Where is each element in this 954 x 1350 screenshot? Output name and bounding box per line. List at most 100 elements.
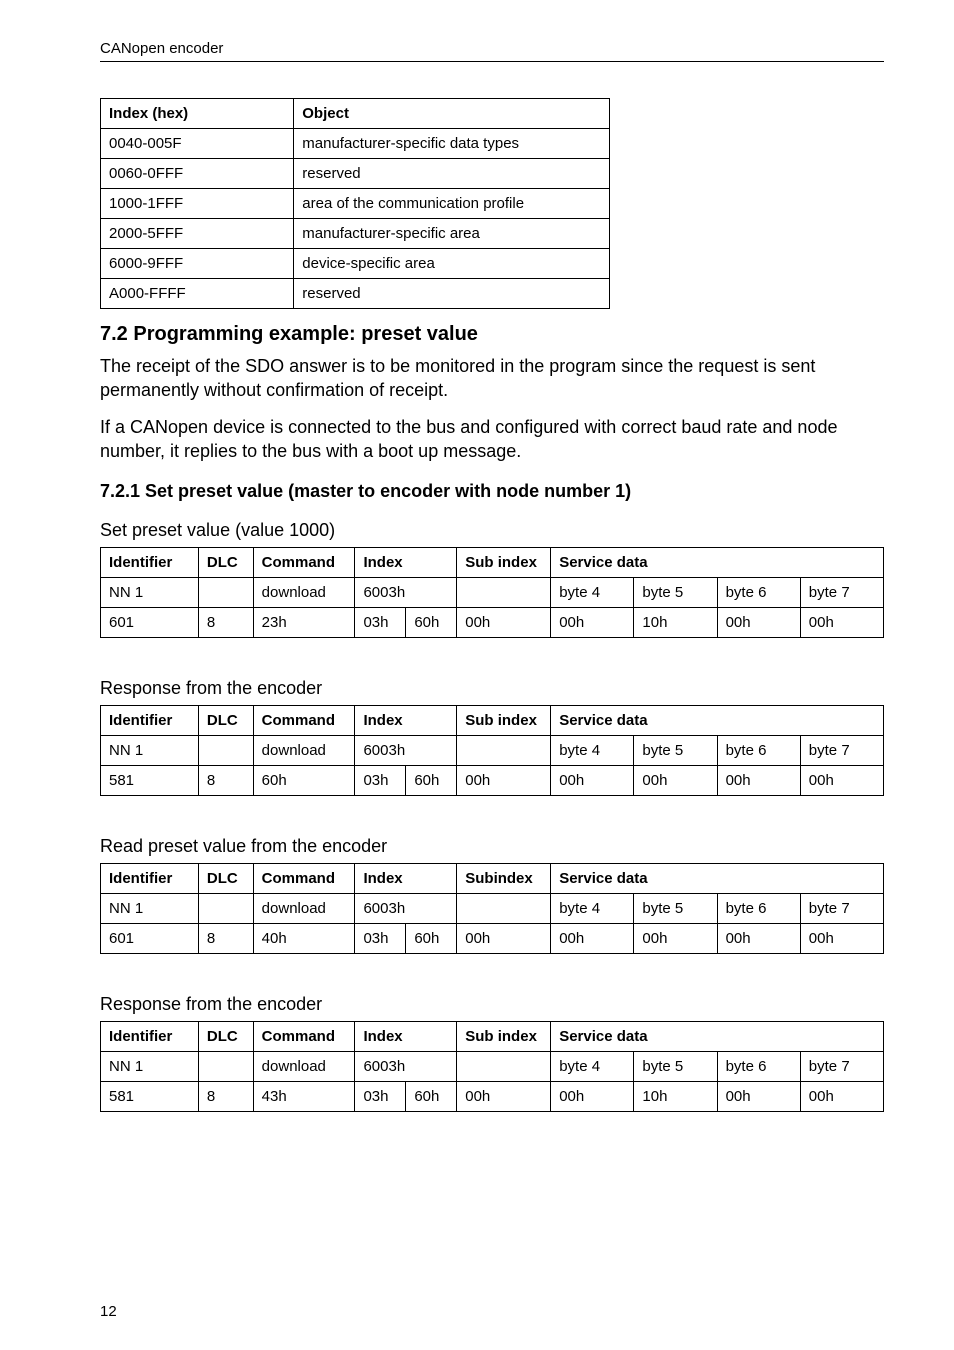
preset-value-table-1: Identifier DLC Command Index Sub index S… (100, 547, 884, 638)
table-row: 2000-5FFFmanufacturer-specific area (101, 219, 610, 249)
cell: download (253, 578, 355, 608)
col-servicedata: Service data (551, 706, 884, 736)
table-row: 0060-0FFFreserved (101, 159, 610, 189)
cell (457, 736, 551, 766)
response-table-2: Identifier DLC Command Index Sub index S… (100, 1021, 884, 1112)
table-header-row: Identifier DLC Command Index Sub index S… (101, 1022, 884, 1052)
table-row: NN 1 download 6003h byte 4 byte 5 byte 6… (101, 578, 884, 608)
cell: download (253, 894, 355, 924)
table-row: 1000-1FFFarea of the communication profi… (101, 189, 610, 219)
cell: 00h (634, 924, 717, 954)
cell: NN 1 (101, 894, 199, 924)
cell: 8 (198, 766, 253, 796)
cell: 03h (355, 766, 406, 796)
cell: 60h (406, 924, 457, 954)
cell-index: 1000-1FFF (101, 189, 294, 219)
cell: 03h (355, 1082, 406, 1112)
page-number: 12 (100, 1303, 117, 1320)
cell: download (253, 1052, 355, 1082)
table-caption-response-1: Response from the encoder (100, 678, 884, 699)
cell: 00h (717, 1082, 800, 1112)
col-identifier: Identifier (101, 706, 199, 736)
col-index: Index (355, 548, 457, 578)
cell: 00h (717, 924, 800, 954)
cell: 10h (634, 1082, 717, 1112)
cell-object: manufacturer-specific data types (294, 129, 609, 159)
cell: byte 5 (634, 736, 717, 766)
cell: 00h (800, 924, 883, 954)
cell (198, 1052, 253, 1082)
cell (457, 578, 551, 608)
cell (198, 578, 253, 608)
cell: byte 5 (634, 1052, 717, 1082)
cell: 60h (406, 608, 457, 638)
col-command: Command (253, 864, 355, 894)
cell: 00h (551, 766, 634, 796)
cell: NN 1 (101, 1052, 199, 1082)
index-object-table: Index (hex) Object 0040-005Fmanufacturer… (100, 98, 610, 309)
table-row: 6000-9FFFdevice-specific area (101, 249, 610, 279)
col-index: Index (hex) (101, 99, 294, 129)
col-index: Index (355, 864, 457, 894)
cell: byte 6 (717, 736, 800, 766)
col-subindex: Sub index (457, 1022, 551, 1052)
cell-index: 2000-5FFF (101, 219, 294, 249)
table-row: 601 8 40h 03h 60h 00h 00h 00h 00h 00h (101, 924, 884, 954)
cell: 00h (717, 608, 800, 638)
cell: 00h (457, 1082, 551, 1112)
response-table-1: Identifier DLC Command Index Sub index S… (100, 705, 884, 796)
cell-index: 0040-005F (101, 129, 294, 159)
cell: 00h (457, 766, 551, 796)
table-row: A000-FFFFreserved (101, 279, 610, 309)
cell: 10h (634, 608, 717, 638)
section-7-2-heading: 7.2 Programming example: preset value (100, 323, 884, 346)
cell: 00h (634, 766, 717, 796)
table-header-row: Index (hex) Object (101, 99, 610, 129)
col-identifier: Identifier (101, 1022, 199, 1052)
cell: 03h (355, 608, 406, 638)
cell: 601 (101, 608, 199, 638)
cell: byte 7 (800, 736, 883, 766)
cell: 00h (457, 608, 551, 638)
col-index: Index (355, 706, 457, 736)
table-caption-read: Read preset value from the encoder (100, 836, 884, 857)
page-header: CANopen encoder (100, 40, 884, 62)
cell: byte 6 (717, 578, 800, 608)
read-preset-table: Identifier DLC Command Index Subindex Se… (100, 863, 884, 954)
table-row: NN 1 download 6003h byte 4 byte 5 byte 6… (101, 894, 884, 924)
cell: byte 4 (551, 736, 634, 766)
cell: byte 7 (800, 894, 883, 924)
cell-object: area of the communication profile (294, 189, 609, 219)
col-command: Command (253, 1022, 355, 1052)
cell: byte 4 (551, 894, 634, 924)
col-dlc: DLC (198, 706, 253, 736)
cell: 8 (198, 608, 253, 638)
cell: 6003h (355, 736, 457, 766)
cell: 00h (551, 608, 634, 638)
cell: byte 6 (717, 1052, 800, 1082)
cell: byte 6 (717, 894, 800, 924)
cell: 23h (253, 608, 355, 638)
cell: byte 4 (551, 1052, 634, 1082)
cell: 60h (253, 766, 355, 796)
cell (457, 894, 551, 924)
cell: 60h (406, 766, 457, 796)
cell: 40h (253, 924, 355, 954)
cell-index: 6000-9FFF (101, 249, 294, 279)
cell: 6003h (355, 578, 457, 608)
cell-object: reserved (294, 159, 609, 189)
cell: 6003h (355, 1052, 457, 1082)
cell: 00h (717, 766, 800, 796)
col-subindex: Sub index (457, 548, 551, 578)
cell: byte 7 (800, 1052, 883, 1082)
table-row: 581 8 60h 03h 60h 00h 00h 00h 00h 00h (101, 766, 884, 796)
cell: download (253, 736, 355, 766)
cell: byte 5 (634, 894, 717, 924)
cell: 00h (457, 924, 551, 954)
col-index: Index (355, 1022, 457, 1052)
col-subindex: Subindex (457, 864, 551, 894)
cell: 581 (101, 1082, 199, 1112)
col-command: Command (253, 706, 355, 736)
cell: 03h (355, 924, 406, 954)
col-dlc: DLC (198, 548, 253, 578)
